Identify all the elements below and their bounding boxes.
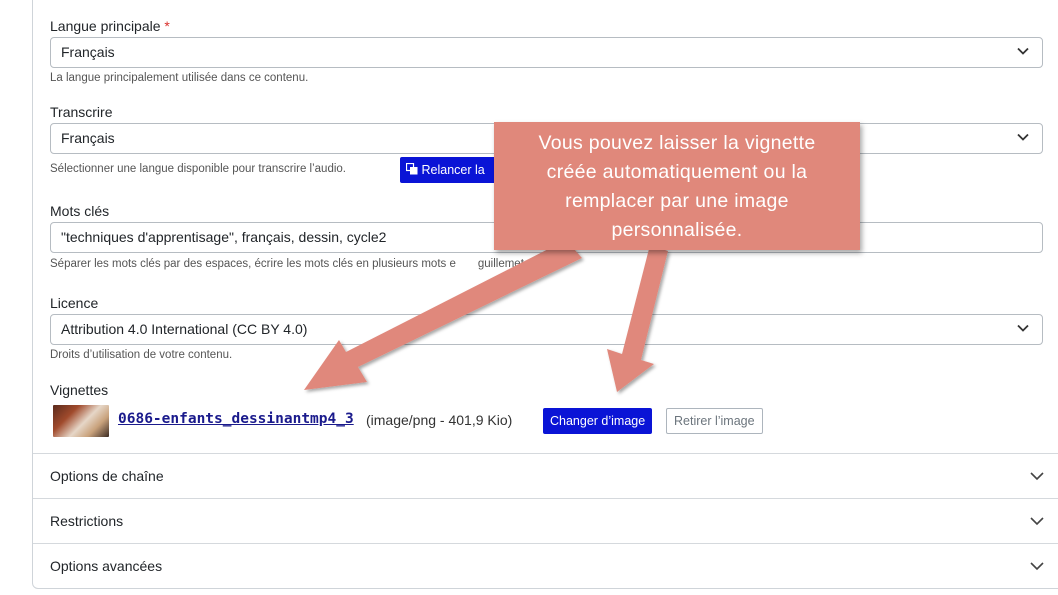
annotation-arrows — [304, 240, 668, 392]
arrow-to-thumbnail — [304, 240, 582, 390]
annotation-callout: Vous pouvez laisser la vignette créée au… — [494, 122, 860, 250]
arrow-to-change-button — [607, 245, 668, 392]
